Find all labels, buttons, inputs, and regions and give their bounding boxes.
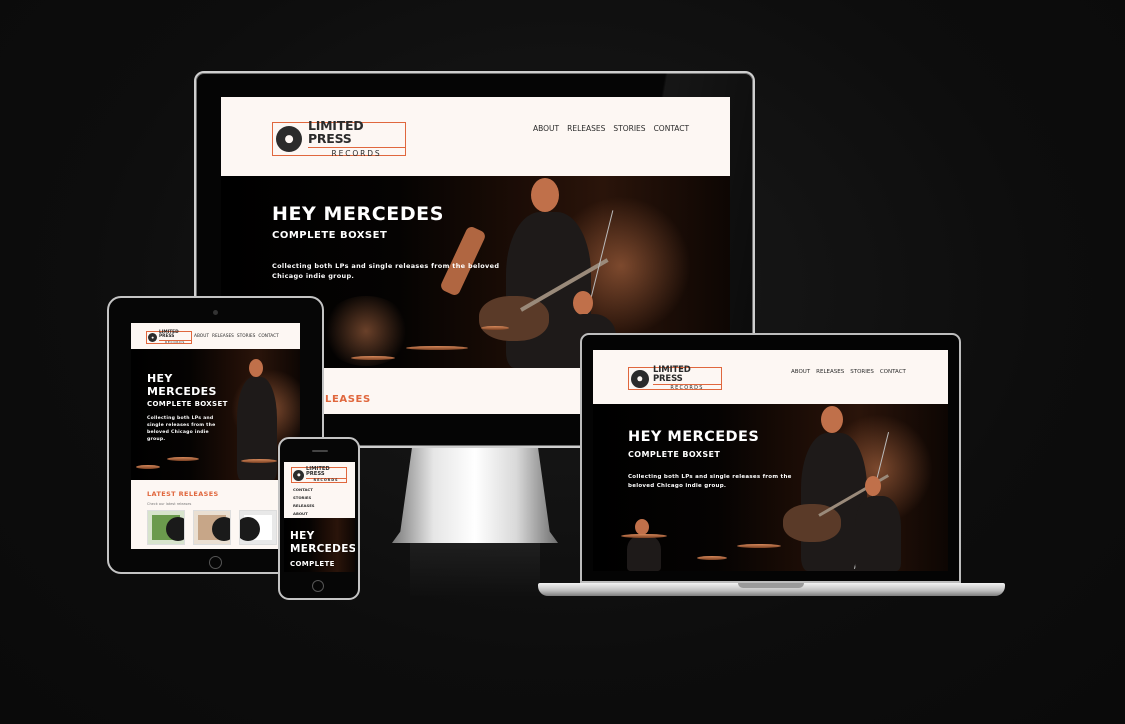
nav-stories[interactable]: STORIES: [850, 369, 874, 375]
home-button-icon[interactable]: [209, 556, 222, 569]
mobile-nav: CONTACT STORIES RELEASES ABOUT: [293, 486, 315, 518]
singer-head: [821, 406, 843, 433]
site-logo[interactable]: LIMITED PRESS RECORDS: [146, 329, 192, 344]
main-nav: ABOUT RELEASES STORIES CONTACT: [791, 369, 906, 375]
hero-banner: HEY MERCEDES COMPLETE BOXSET Collecting …: [593, 404, 948, 571]
site-header: LIMITED PRESS RECORDS ABOUT RELEASES STO…: [131, 323, 300, 349]
hero-title: HEY MERCEDES: [147, 372, 217, 398]
phone-speaker: [312, 450, 328, 452]
drummer-body: [627, 535, 661, 571]
nav-contact[interactable]: CONTACT: [258, 334, 278, 339]
logo-subtitle: RECORDS: [159, 340, 191, 344]
guitar: [479, 296, 549, 341]
hero-subtitle: COMPLETE BOXSET: [147, 400, 228, 408]
cymbal: [167, 457, 199, 461]
hero-banner: HEY MERCEDES COMPLETE BOXSET Collecting …: [131, 349, 300, 480]
cymbal: [737, 544, 781, 548]
nav-releases[interactable]: RELEASES: [212, 334, 234, 339]
nav-about[interactable]: ABOUT: [533, 124, 559, 133]
hero-banner: HEY MERCEDES COMPLETE: [284, 518, 355, 572]
cymbal: [136, 465, 160, 469]
hero-title-line2: MERCEDES: [290, 542, 355, 555]
nav-about[interactable]: ABOUT: [791, 369, 810, 375]
vinyl-record-icon: [631, 369, 649, 388]
site-header: LIMITED PRESS RECORDS ABOUT RELEASES STO…: [593, 350, 948, 404]
home-button-icon[interactable]: [312, 580, 324, 592]
logo-subtitle: RECORDS: [653, 384, 721, 391]
nav-about[interactable]: ABOUT: [194, 334, 209, 339]
camera-icon: [213, 310, 218, 315]
cymbal: [351, 356, 395, 360]
showcase-background: LIMITED PRESS RECORDS ABOUT RELEASES STO…: [0, 0, 1125, 724]
latest-releases-section: LATEST RELEASES Check our latest release…: [131, 480, 300, 549]
vinyl-record-icon: [148, 333, 157, 342]
cymbal: [697, 556, 727, 560]
site-logo[interactable]: LIMITED PRESS RECORDS: [628, 365, 722, 391]
phone-screen: LIMITED PRESS RECORDS CONTACT STORIES RE…: [284, 462, 355, 572]
desktop-monitor-stand: [392, 448, 558, 543]
site-logo[interactable]: LIMITED PRESS RECORDS: [291, 466, 347, 483]
cymbal: [406, 346, 468, 350]
singer-body: [237, 377, 277, 480]
site-header: LIMITED PRESS RECORDS ABOUT RELEASES STO…: [221, 97, 730, 176]
guitarist-head: [865, 476, 881, 496]
nav-stories[interactable]: STORIES: [293, 494, 315, 502]
nav-releases[interactable]: RELEASES: [816, 369, 844, 375]
guitarist-head: [573, 291, 593, 315]
logo-title: LIMITED PRESS: [308, 118, 364, 146]
hero-description: Collecting both LPs and single releases …: [628, 474, 792, 489]
latest-releases-heading: LATEST RELEASES: [147, 490, 219, 498]
hero-title-line1: HEY: [147, 372, 173, 385]
logo-title: LIMITED PRESS: [306, 466, 330, 478]
nav-contact[interactable]: CONTACT: [293, 486, 315, 494]
logo-subtitle: RECORDS: [306, 478, 346, 483]
nav-releases[interactable]: RELEASES: [567, 124, 605, 133]
hero-description: Collecting both LPs and single releases …: [272, 262, 500, 281]
tablet-screen: LIMITED PRESS RECORDS ABOUT RELEASES STO…: [131, 323, 300, 549]
hero-subtitle: COMPLETE BOXSET: [628, 450, 721, 459]
singer-head: [531, 178, 559, 212]
album-cover[interactable]: [193, 510, 231, 545]
mobile-menu: LIMITED PRESS RECORDS CONTACT STORIES RE…: [284, 462, 355, 518]
hero-title-line2: MERCEDES: [147, 385, 217, 399]
vinyl-record-icon: [293, 469, 304, 481]
guitar: [783, 504, 841, 542]
laptop-screen: LIMITED PRESS RECORDS ABOUT RELEASES STO…: [593, 350, 948, 571]
logo-title: LIMITED PRESS: [653, 365, 691, 384]
hero-description: Collecting both LPs and single releases …: [147, 416, 216, 443]
hero-title: HEY MERCEDES: [628, 429, 760, 445]
logo-title: LIMITED PRESS: [159, 329, 179, 339]
site-logo[interactable]: LIMITED PRESS RECORDS: [272, 118, 406, 158]
nav-contact[interactable]: CONTACT: [880, 369, 906, 375]
vinyl-record-icon: [276, 126, 302, 152]
album-cover[interactable]: [147, 510, 185, 545]
singer-head: [249, 359, 263, 377]
main-nav: ABOUT RELEASES STORIES CONTACT: [194, 334, 279, 339]
main-nav: ABOUT RELEASES STORIES CONTACT: [533, 124, 689, 133]
cymbal: [621, 534, 667, 538]
nav-contact[interactable]: CONTACT: [654, 124, 690, 133]
nav-stories[interactable]: STORIES: [237, 334, 255, 339]
guitarist-body: [855, 496, 901, 571]
album-cover[interactable]: [239, 510, 277, 545]
hero-subtitle: COMPLETE: [290, 560, 335, 568]
stand-reflection: [410, 543, 540, 598]
hero-title-line1: HEY: [290, 530, 315, 542]
latest-releases-caption: Check our latest releases: [147, 502, 192, 506]
latest-releases-heading: LEASES: [325, 394, 371, 405]
cymbal: [481, 326, 509, 330]
hero-subtitle: COMPLETE BOXSET: [272, 230, 388, 241]
nav-stories[interactable]: STORIES: [613, 124, 645, 133]
laptop-notch: [738, 583, 804, 588]
drummer-head: [635, 519, 649, 535]
cymbal: [241, 459, 277, 463]
nav-releases[interactable]: RELEASES: [293, 502, 315, 510]
hero-title: HEY MERCEDES: [272, 203, 444, 225]
hero-title: HEY MERCEDES: [290, 530, 355, 555]
logo-subtitle: RECORDS: [308, 147, 405, 158]
nav-about[interactable]: ABOUT: [293, 510, 315, 518]
